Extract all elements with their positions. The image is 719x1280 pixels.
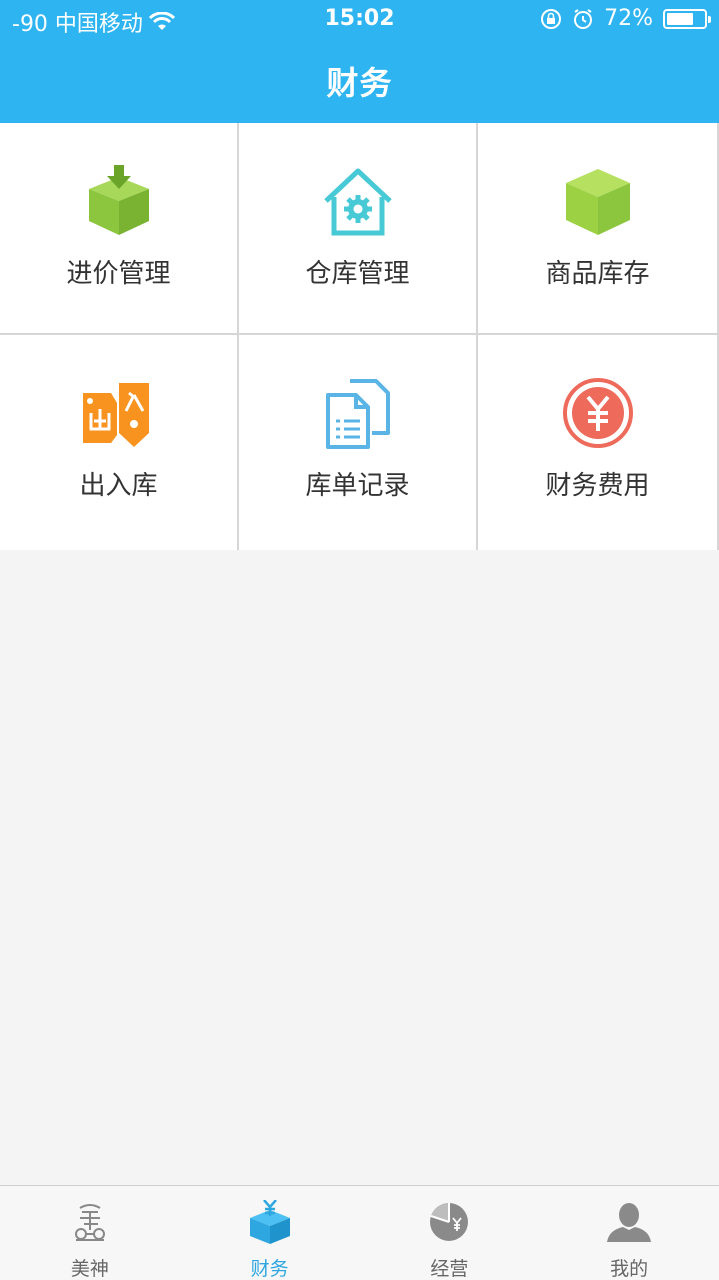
- grid-item-label: 财务费用: [545, 471, 650, 501]
- grid-item-label: 库单记录: [305, 471, 410, 501]
- header-bar: -90 中国移动 15:02 72% 财务: [0, 0, 719, 123]
- warehouse-gear-icon: [323, 168, 392, 236]
- user-icon: [607, 1203, 652, 1242]
- tab-label: 财务: [250, 1258, 289, 1280]
- documents-icon: [325, 379, 390, 449]
- in-out-tags-icon: [82, 383, 149, 447]
- battery-percent: 72%: [604, 6, 653, 31]
- yen-box-icon: [249, 1200, 290, 1244]
- grid-item-label: 仓库管理: [305, 259, 410, 289]
- grid-item-warehouse[interactable]: 仓库管理: [239, 123, 478, 335]
- orientation-lock-icon: [541, 8, 562, 29]
- battery-fill: [667, 12, 693, 25]
- tab-finance[interactable]: 财务: [180, 1186, 360, 1280]
- box-icon: [565, 169, 630, 235]
- pie-chart-icon: [430, 1203, 469, 1241]
- grid-item-label: 进价管理: [66, 259, 171, 289]
- box-download-icon: [88, 165, 149, 235]
- tab-business[interactable]: 经营: [360, 1186, 540, 1280]
- battery-icon: [663, 8, 711, 29]
- alarm-icon: [574, 8, 593, 29]
- grid-item-label: 出入库: [79, 471, 158, 501]
- tab-label: 经营: [430, 1258, 469, 1280]
- grid-item-in-out[interactable]: 出入库: [0, 335, 239, 550]
- tab-meishen[interactable]: 美神: [0, 1186, 180, 1280]
- grid-item-stock-records[interactable]: 库单记录: [239, 335, 478, 550]
- yen-circle-icon: [562, 378, 633, 448]
- page-title: 财务: [326, 64, 393, 102]
- meishen-logo-icon: [74, 1204, 105, 1241]
- grid-item-inventory[interactable]: 商品库存: [478, 123, 719, 335]
- tab-label: 我的: [610, 1258, 649, 1280]
- grid-item-purchase-price[interactable]: 进价管理: [0, 123, 239, 335]
- status-bar: -90 中国移动 15:02 72%: [0, 0, 719, 40]
- grid-item-label: 商品库存: [545, 259, 650, 289]
- tab-label: 美神: [70, 1258, 109, 1280]
- tab-mine[interactable]: 我的: [539, 1186, 719, 1280]
- function-grid: 进价管理 仓库管理 商品库存 出入库 库单记录 财务费用: [0, 123, 719, 550]
- tab-bar: 美神 财务 经营 我的: [0, 1185, 719, 1280]
- grid-item-finance-expense[interactable]: 财务费用: [478, 335, 719, 550]
